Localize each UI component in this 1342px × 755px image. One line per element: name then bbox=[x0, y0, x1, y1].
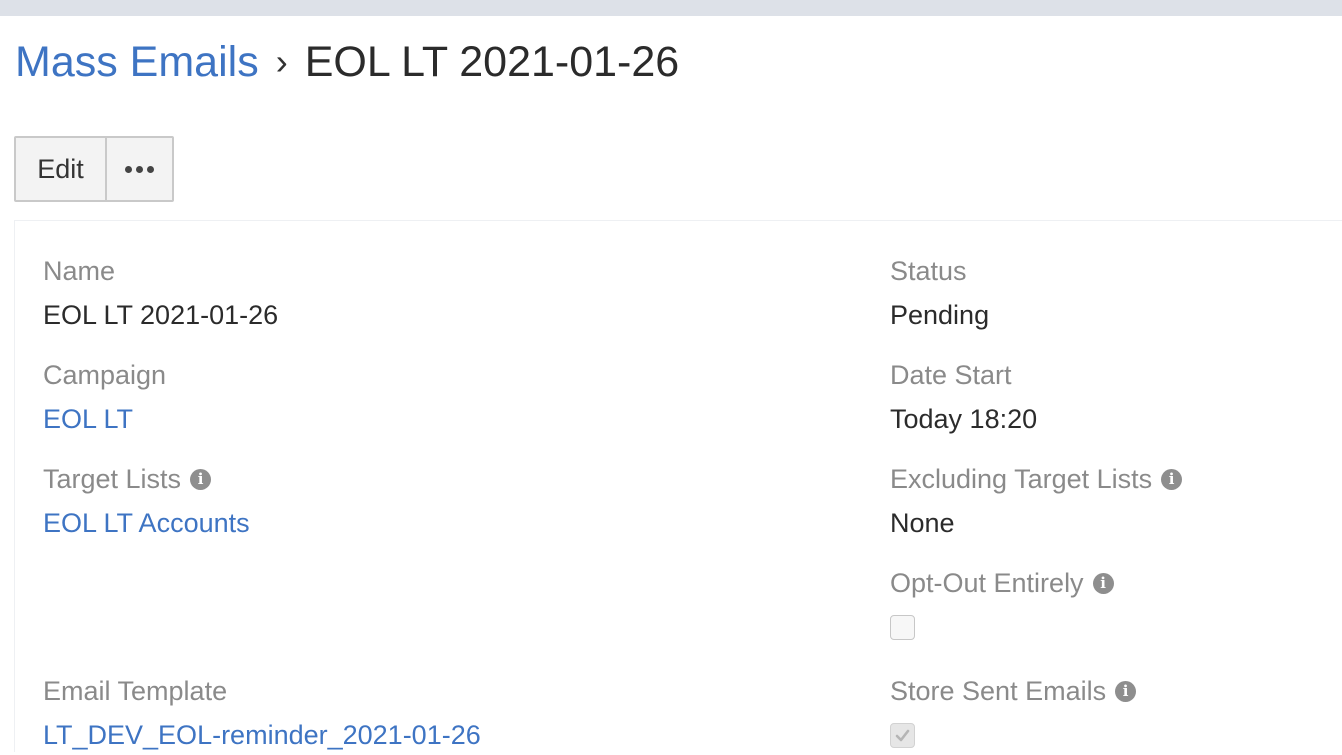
field-email-template-label: Email Template bbox=[43, 675, 228, 706]
field-target-lists-label-row: Target Lists i bbox=[43, 461, 250, 497]
info-icon[interactable]: i bbox=[1161, 468, 1183, 490]
field-status-label: Status bbox=[890, 255, 967, 286]
field-name: Name EOL LT 2021-01-26 bbox=[43, 253, 278, 335]
field-opt-out-entirely: Opt-Out Entirely i bbox=[890, 565, 1114, 640]
field-date-start-label: Date Start bbox=[890, 359, 1012, 390]
field-name-value: EOL LT 2021-01-26 bbox=[43, 299, 279, 330]
field-email-template: Email Template LT_DEV_EOL-reminder_2021-… bbox=[43, 673, 481, 755]
page-title: EOL LT 2021-01-26 bbox=[304, 37, 680, 86]
action-button-group: Edit bbox=[14, 136, 174, 202]
field-store-sent-emails-label: Store Sent Emails bbox=[890, 675, 1107, 706]
checkmark-icon bbox=[895, 729, 910, 742]
field-opt-out-entirely-label-row: Opt-Out Entirely i bbox=[890, 565, 1114, 601]
field-store-sent-emails-label-row: Store Sent Emails i bbox=[890, 673, 1137, 709]
field-name-label: Name bbox=[43, 255, 116, 286]
info-icon[interactable]: i bbox=[1092, 572, 1114, 594]
field-excluding-target-lists-value: None bbox=[890, 507, 955, 538]
breadcrumb-mass-emails-link[interactable]: Mass Emails bbox=[15, 38, 259, 87]
edit-button[interactable]: Edit bbox=[16, 138, 107, 200]
email-template-link[interactable]: LT_DEV_EOL-reminder_2021-01-26 bbox=[43, 715, 481, 755]
field-excluding-target-lists-label: Excluding Target Lists bbox=[890, 463, 1153, 494]
campaign-link[interactable]: EOL LT bbox=[43, 399, 166, 439]
field-status-value: Pending bbox=[890, 299, 990, 330]
field-date-start-value: Today 18:20 bbox=[890, 403, 1038, 434]
breadcrumb-separator: › bbox=[275, 41, 288, 82]
breadcrumb: Mass Emails › EOL LT 2021-01-26 bbox=[15, 34, 679, 90]
field-opt-out-entirely-label: Opt-Out Entirely bbox=[890, 567, 1084, 598]
opt-out-entirely-checkbox bbox=[890, 615, 915, 640]
field-date-start: Date Start Today 18:20 bbox=[890, 357, 1037, 439]
field-campaign: Campaign EOL LT bbox=[43, 357, 166, 439]
detail-panel: Name EOL LT 2021-01-26 Campaign EOL LT T… bbox=[14, 220, 1342, 752]
field-excluding-target-lists-label-row: Excluding Target Lists i bbox=[890, 461, 1183, 497]
info-icon[interactable]: i bbox=[1115, 680, 1137, 702]
field-excluding-target-lists: Excluding Target Lists i None bbox=[890, 461, 1183, 543]
target-list-link[interactable]: EOL LT Accounts bbox=[43, 503, 250, 543]
ellipsis-icon bbox=[125, 165, 154, 173]
field-store-sent-emails: Store Sent Emails i bbox=[890, 673, 1137, 748]
field-target-lists: Target Lists i EOL LT Accounts bbox=[43, 461, 250, 543]
top-bar bbox=[0, 0, 1342, 16]
field-target-lists-label: Target Lists bbox=[43, 463, 182, 494]
field-campaign-label: Campaign bbox=[43, 359, 167, 390]
field-status: Status Pending bbox=[890, 253, 989, 335]
info-icon[interactable]: i bbox=[190, 468, 212, 490]
store-sent-emails-checkbox bbox=[890, 723, 915, 748]
more-actions-button[interactable] bbox=[107, 138, 172, 200]
